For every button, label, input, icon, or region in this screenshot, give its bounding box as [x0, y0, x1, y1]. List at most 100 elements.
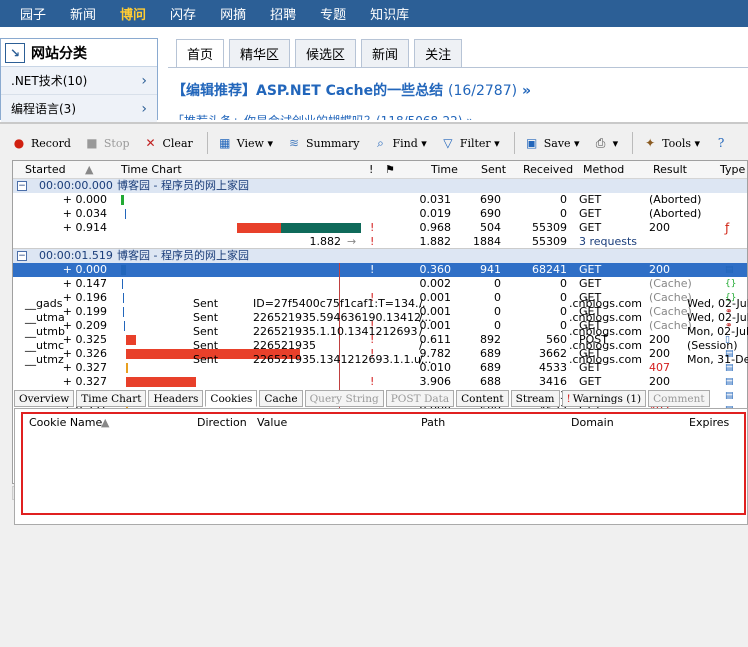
inspector-tab[interactable]: Query String [304, 390, 384, 407]
tab-item[interactable]: 候选区 [295, 39, 357, 67]
row-sent: 689 [480, 347, 501, 360]
col-type[interactable]: Type [720, 163, 745, 176]
print-button[interactable]: ⎙ ▾ [594, 136, 618, 150]
col-received[interactable]: Received [523, 163, 573, 176]
save-icon: ▣ [526, 136, 538, 150]
timing-bar [126, 377, 196, 387]
col-sent[interactable]: Sent [481, 163, 506, 176]
nav-item[interactable]: 知识库 [370, 4, 409, 23]
filter-label: Filter [459, 136, 491, 150]
row-sent: 690 [480, 207, 501, 220]
row-time: 0.968 [419, 221, 452, 234]
warning-icon: ! [370, 235, 375, 248]
session-row[interactable]: + 0.000 0.031 690 0 GET (Aborted) [13, 193, 747, 207]
inspector-tab[interactable]: POST Data [385, 390, 455, 407]
row-result: (Cache) [649, 277, 692, 290]
summary-icon: ≋ [288, 136, 300, 150]
row-time: 0.002 [419, 277, 452, 290]
view-button[interactable]: ▦ View ▾ [218, 136, 273, 150]
cookie-name: __gads [25, 297, 63, 310]
nav-item[interactable]: 博问 [120, 4, 146, 23]
timing-bar [126, 363, 128, 373]
clear-button[interactable]: ✕ Clear [144, 136, 192, 150]
inspector-tab-label: Content [461, 392, 504, 405]
save-button[interactable]: ▣ Save ▾ [525, 136, 580, 150]
row-received: 3416 [539, 375, 567, 388]
col-result[interactable]: Result [653, 163, 687, 176]
tab-item[interactable]: 首页 [176, 39, 225, 67]
row-method: GET [579, 207, 602, 220]
inspector-tab[interactable]: Time Chart [76, 390, 147, 407]
col-warn[interactable]: ! [369, 163, 373, 176]
cookie-direction: Sent [193, 325, 219, 338]
nav-item[interactable]: 专题 [320, 4, 346, 23]
help-button[interactable]: ? [714, 136, 733, 150]
sub-headline-link[interactable]: 「推荐头条」你是会试创业的蝴蝶吗？(118/5068-22) » [172, 112, 474, 120]
inspector-tab-label: Stream [515, 392, 555, 405]
nav-item[interactable]: 闪存 [170, 4, 196, 23]
row-received: 4533 [539, 361, 567, 374]
row-method: GET [579, 277, 602, 290]
cookie-name: __utmb [25, 325, 65, 338]
inspector-tab[interactable]: Content [456, 390, 509, 407]
category-item-dotnet[interactable]: .NET技术(10) › [1, 67, 157, 95]
sort-icon: ▲ [85, 163, 94, 176]
row-sent: 689 [480, 361, 501, 374]
record-icon: ● [13, 136, 25, 150]
collapse-icon[interactable]: − [17, 251, 27, 261]
group-header[interactable]: − 00:00:00.000 博客园 - 程序员的网上家园 [13, 179, 747, 193]
nav-item[interactable]: 网摘 [220, 4, 246, 23]
inspector-tab[interactable]: Overview [14, 390, 75, 407]
group-header[interactable]: − 00:00:01.519 博客园 - 程序员的网上家园 [13, 249, 747, 263]
row-received: 0 [560, 193, 567, 206]
filter-button[interactable]: ▽ Filter ▾ [441, 136, 500, 150]
inspector-tab[interactable]: Cookies [205, 390, 258, 407]
inspector-tab[interactable]: Comment [648, 390, 710, 407]
tab-item[interactable]: 精华区 [229, 39, 291, 67]
col-time[interactable]: Time [431, 163, 458, 176]
col-timechart[interactable]: Time Chart [121, 163, 182, 176]
cookie-domain: .cnblogs.com [569, 353, 642, 366]
row-sent: 0 [494, 277, 501, 290]
content-type-icon: {} [725, 279, 737, 289]
row-result: (Cache) [649, 319, 692, 332]
content-type-icon: ▤ [725, 377, 734, 387]
inspector-tab[interactable]: Stream [510, 390, 560, 407]
category-item-lang[interactable]: 编程语言(3) › [1, 95, 157, 123]
toolbar-separator [206, 132, 208, 154]
row-offset: + 0.034 [62, 207, 107, 220]
row-time: 0.360 [419, 263, 452, 276]
session-row[interactable]: + 0.147 0.002 0 0 GET (Cache) {} [13, 277, 747, 291]
tab-item[interactable]: 新闻 [361, 39, 410, 67]
session-row[interactable]: + 0.034 0.019 690 0 GET (Aborted) [13, 207, 747, 221]
inspector-tab-label: Comment [653, 392, 705, 405]
find-button[interactable]: ⌕ Find ▾ [374, 136, 427, 150]
session-row[interactable]: + 0.327! 3.906 688 3416 GET 200 ▤ [13, 375, 747, 389]
col-started[interactable]: Started [25, 163, 66, 176]
tools-button[interactable]: ✦ Tools ▾ [643, 136, 700, 150]
tab-item[interactable]: 关注 [414, 39, 463, 67]
summary-button[interactable]: ≋ Summary [287, 136, 360, 150]
session-row[interactable]: + 0.000! 0.360 941 68241 GET 200 ▤ [13, 263, 747, 277]
inspector-tab[interactable]: Cache [259, 390, 303, 407]
toolbar-separator [632, 132, 634, 154]
row-offset: + 0.199 [62, 305, 107, 318]
nav-item[interactable]: 园子 [20, 4, 46, 23]
cookie-value: 226521935 [253, 339, 316, 352]
nav-item[interactable]: 招聘 [270, 4, 296, 23]
nav-item[interactable]: 新闻 [70, 4, 96, 23]
collapse-icon[interactable]: − [17, 181, 27, 191]
record-button[interactable]: ● Record [12, 136, 71, 150]
col-method[interactable]: Method [583, 163, 624, 176]
site-category-panel: ↘ 网站分类 .NET技术(10) › 编程语言(3) › [0, 38, 158, 123]
row-time: 0.031 [419, 193, 452, 206]
session-row[interactable]: + 0.914! 0.968 504 55309 GET 200 ƒ [13, 221, 747, 235]
stop-button[interactable]: ■ Stop [85, 136, 129, 150]
row-received: 0 [560, 305, 567, 318]
inspector-tab[interactable]: ! Warnings (1) [561, 390, 647, 407]
cookie-direction: Sent [193, 297, 219, 310]
row-result: 200 [649, 333, 670, 346]
headline-link[interactable]: 【编辑推荐】ASP.NET Cache的一些总结 (16/2787) » [172, 80, 531, 100]
timeline-marker [339, 375, 340, 389]
inspector-tab[interactable]: Headers [148, 390, 204, 407]
